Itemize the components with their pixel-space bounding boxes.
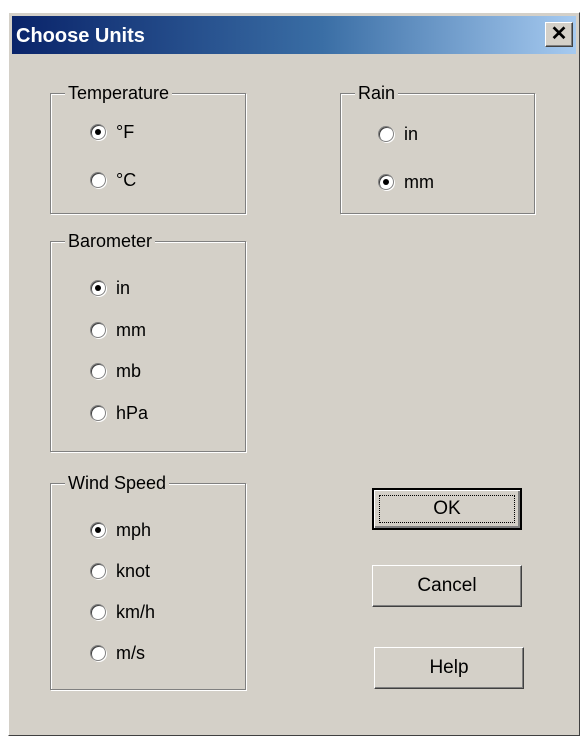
- radio-barometer-in[interactable]: in: [90, 277, 130, 299]
- radio-button-checked[interactable]: [90, 280, 106, 296]
- cancel-button-label: Cancel: [417, 575, 477, 596]
- radio-temperature-f[interactable]: °F: [90, 121, 134, 143]
- ok-button[interactable]: OK: [372, 488, 522, 530]
- radio-label: °F: [116, 121, 135, 142]
- radio-label: hPa: [116, 402, 149, 423]
- radio-button-checked[interactable]: [90, 522, 106, 538]
- radio-button-checked[interactable]: [378, 174, 394, 190]
- rain-group: Rain in mm: [340, 83, 535, 214]
- wind-speed-group: Wind Speed mph knot km/h m/s: [50, 473, 246, 690]
- radio-label: m/s: [116, 642, 145, 663]
- wind-speed-group-label: Wind Speed: [65, 473, 170, 493]
- radio-label: mb: [116, 360, 142, 381]
- focus-rectangle: [379, 495, 515, 523]
- radio-button[interactable]: [90, 322, 106, 338]
- radio-label: mm: [404, 171, 434, 192]
- barometer-group-label: Barometer: [65, 231, 156, 251]
- radio-wind-knot[interactable]: knot: [90, 560, 150, 582]
- radio-rain-mm[interactable]: mm: [378, 171, 434, 193]
- radio-label: in: [116, 277, 131, 298]
- radio-label: mph: [116, 519, 152, 540]
- radio-wind-mph[interactable]: mph: [90, 519, 151, 541]
- radio-button[interactable]: [90, 172, 106, 188]
- radio-button-checked[interactable]: [90, 124, 106, 140]
- radio-button[interactable]: [378, 126, 394, 142]
- title-bar[interactable]: Choose Units ✕: [12, 16, 576, 54]
- help-button-label: Help: [429, 657, 469, 678]
- radio-button[interactable]: [90, 563, 106, 579]
- radio-button[interactable]: [90, 405, 106, 421]
- barometer-group: Barometer in mm mb hPa: [50, 231, 246, 452]
- temperature-group: Temperature °F °C: [50, 83, 246, 214]
- radio-button[interactable]: [90, 363, 106, 379]
- radio-barometer-mm[interactable]: mm: [90, 319, 146, 341]
- radio-label: knot: [116, 560, 151, 581]
- radio-wind-kmh[interactable]: km/h: [90, 601, 155, 623]
- cancel-button[interactable]: Cancel: [372, 565, 522, 607]
- dialog-title: Choose Units: [16, 25, 145, 47]
- temperature-group-label: Temperature: [65, 83, 173, 103]
- radio-label: in: [404, 123, 419, 144]
- close-button[interactable]: ✕: [545, 22, 573, 47]
- radio-button[interactable]: [90, 645, 106, 661]
- help-button[interactable]: Help: [374, 647, 524, 689]
- rain-group-label: Rain: [355, 83, 399, 103]
- radio-rain-in[interactable]: in: [378, 123, 418, 145]
- radio-wind-ms[interactable]: m/s: [90, 642, 145, 664]
- choose-units-dialog: Choose Units ✕ Temperature °F °C Rain in…: [8, 12, 580, 736]
- radio-label: mm: [116, 319, 146, 340]
- radio-barometer-hpa[interactable]: hPa: [90, 402, 148, 424]
- radio-barometer-mb[interactable]: mb: [90, 360, 141, 382]
- radio-label: km/h: [116, 601, 156, 622]
- radio-label: °C: [116, 169, 137, 190]
- radio-temperature-c[interactable]: °C: [90, 169, 136, 191]
- close-icon: ✕: [550, 23, 568, 45]
- radio-button[interactable]: [90, 604, 106, 620]
